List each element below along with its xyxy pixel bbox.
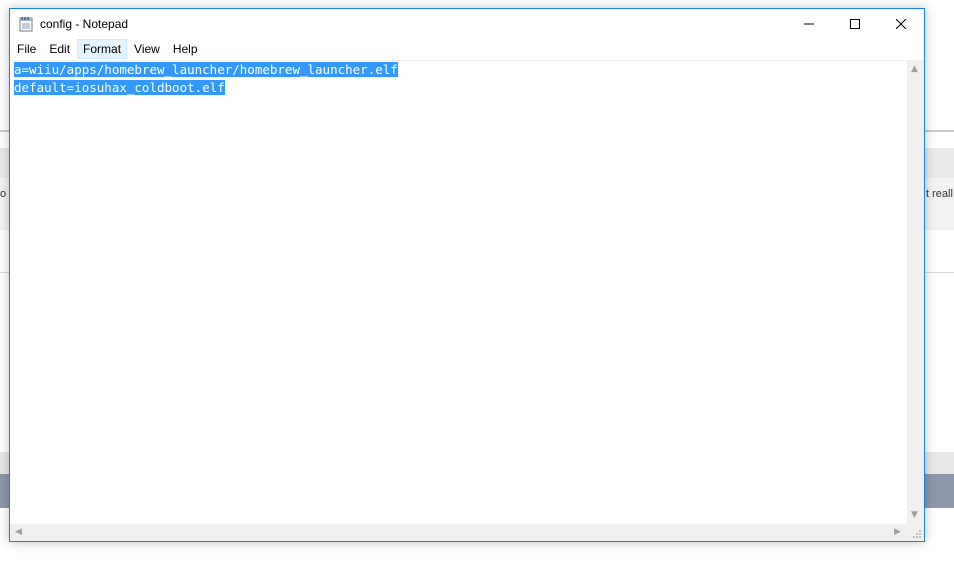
menu-bar: File Edit Format View Help xyxy=(10,39,924,59)
desktop-background: o t reall config - Notepad File Edit For… xyxy=(0,0,954,582)
resize-grip[interactable] xyxy=(907,524,924,541)
resize-grip-icon xyxy=(913,530,921,538)
minimize-icon xyxy=(804,23,814,25)
background-text-left: o xyxy=(0,188,7,200)
background-text-right: t reall xyxy=(926,188,953,200)
menu-file[interactable]: File xyxy=(11,39,42,59)
title-bar[interactable]: config - Notepad xyxy=(10,9,924,39)
minimize-button[interactable] xyxy=(786,9,832,39)
editor-line[interactable]: default=iosuhax_coldboot.elf xyxy=(14,79,225,97)
notepad-window: config - Notepad File Edit Format View H… xyxy=(9,8,925,542)
horizontal-scrollbar[interactable]: ◀ ▶ xyxy=(10,524,907,541)
scroll-down-icon[interactable]: ▼ xyxy=(911,511,918,520)
text-editor-area[interactable]: a=wiiu/apps/homebrew_launcher/homebrew_l… xyxy=(10,60,907,525)
maximize-icon xyxy=(850,19,860,29)
selected-text: default=iosuhax_coldboot.elf xyxy=(14,80,225,95)
menu-view[interactable]: View xyxy=(128,39,166,59)
notepad-icon[interactable] xyxy=(19,16,33,32)
close-button[interactable] xyxy=(878,9,924,39)
scroll-right-icon[interactable]: ▶ xyxy=(894,528,901,537)
menu-format[interactable]: Format xyxy=(77,39,128,59)
scroll-up-icon[interactable]: ▲ xyxy=(911,65,918,74)
scroll-left-icon[interactable]: ◀ xyxy=(15,528,22,537)
editor-line[interactable]: a=wiiu/apps/homebrew_launcher/homebrew_l… xyxy=(14,61,398,79)
close-icon xyxy=(896,19,906,29)
window-title: config - Notepad xyxy=(40,17,129,31)
vertical-scrollbar[interactable]: ▲ ▼ xyxy=(907,60,924,524)
menu-edit[interactable]: Edit xyxy=(43,39,76,59)
selected-text: a=wiiu/apps/homebrew_launcher/homebrew_l… xyxy=(14,62,398,77)
maximize-button[interactable] xyxy=(832,9,878,39)
menu-help[interactable]: Help xyxy=(167,39,204,59)
